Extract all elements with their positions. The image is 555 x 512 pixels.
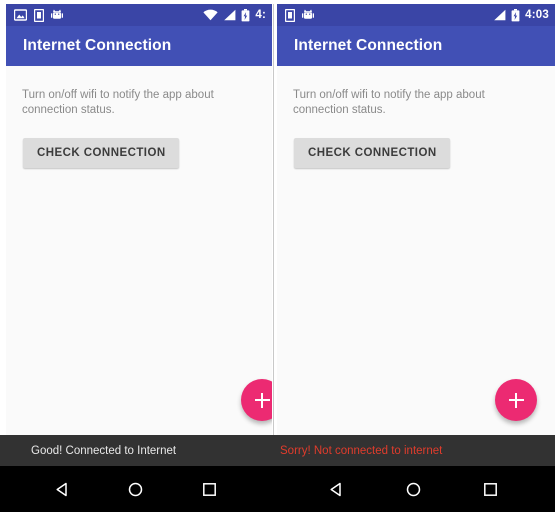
battery-charging-icon: [241, 8, 250, 21]
panel-disconnected: 4:03 Internet Connection Turn on/off wif…: [277, 4, 555, 466]
home-button[interactable]: [405, 481, 422, 498]
instruction-text-left: Turn on/off wifi to notify the app about…: [22, 89, 214, 116]
check-connection-button-left[interactable]: CHECK CONNECTION: [23, 138, 179, 168]
status-bar-system-icons-right: 4:03: [493, 8, 549, 22]
content-area-right: Turn on/off wifi to notify the app about…: [277, 66, 555, 466]
status-bar-right: 4:03: [277, 4, 555, 26]
navigation-bar-row: [0, 466, 555, 512]
recents-button[interactable]: [482, 481, 499, 498]
status-bar-notification-icons-left: [14, 8, 63, 22]
status-bar-left: 4:: [6, 4, 272, 26]
android-robot-icon: [302, 9, 314, 19]
app-bar-right: Internet Connection: [277, 26, 555, 66]
snackbar-disconnected: Sorry! Not connected to internet: [272, 435, 555, 466]
panel-connected: 4: Internet Connection Turn on/off wifi …: [6, 4, 272, 466]
home-button[interactable]: [127, 481, 144, 498]
snackbar-row: Good! Connected to Internet Sorry! Not c…: [0, 435, 555, 466]
content-area-left: Turn on/off wifi to notify the app about…: [6, 66, 272, 466]
status-bar-notification-icons-right: [285, 8, 314, 22]
app-bar-title-right: Internet Connection: [294, 37, 443, 54]
screenshot-root: 4: Internet Connection Turn on/off wifi …: [0, 0, 555, 512]
recents-button[interactable]: [201, 481, 218, 498]
wifi-icon: [203, 9, 218, 21]
status-bar-clock-left: 4:: [255, 9, 266, 21]
signal-icon: [224, 9, 236, 21]
device-screenshot-pair: 4: Internet Connection Turn on/off wifi …: [6, 4, 555, 466]
sd-card-icon: [34, 8, 44, 22]
plus-icon: [508, 392, 524, 408]
image-icon: [14, 9, 27, 21]
app-bar-left: Internet Connection: [6, 26, 272, 66]
floating-action-button-left[interactable]: [241, 379, 272, 421]
instruction-text-right: Turn on/off wifi to notify the app about…: [293, 89, 485, 116]
android-robot-icon: [51, 9, 63, 19]
navigation-bar-right: [272, 466, 555, 512]
plus-icon: [254, 392, 270, 408]
snackbar-connected: Good! Connected to Internet: [0, 435, 272, 466]
snackbar-message-connected: Good! Connected to Internet: [31, 444, 177, 457]
navigation-bar-left: [0, 466, 272, 512]
signal-icon: [494, 9, 506, 21]
app-bar-title-left: Internet Connection: [23, 37, 172, 54]
sd-card-icon: [285, 8, 295, 22]
status-bar-system-icons-left: 4:: [203, 8, 266, 22]
check-connection-button-right[interactable]: CHECK CONNECTION: [294, 138, 450, 168]
battery-charging-icon: [511, 8, 520, 21]
back-button[interactable]: [328, 481, 345, 498]
status-bar-clock-right: 4:03: [525, 9, 549, 21]
back-button[interactable]: [54, 481, 71, 498]
floating-action-button-right[interactable]: [495, 379, 537, 421]
snackbar-message-disconnected: Sorry! Not connected to internet: [280, 444, 443, 457]
